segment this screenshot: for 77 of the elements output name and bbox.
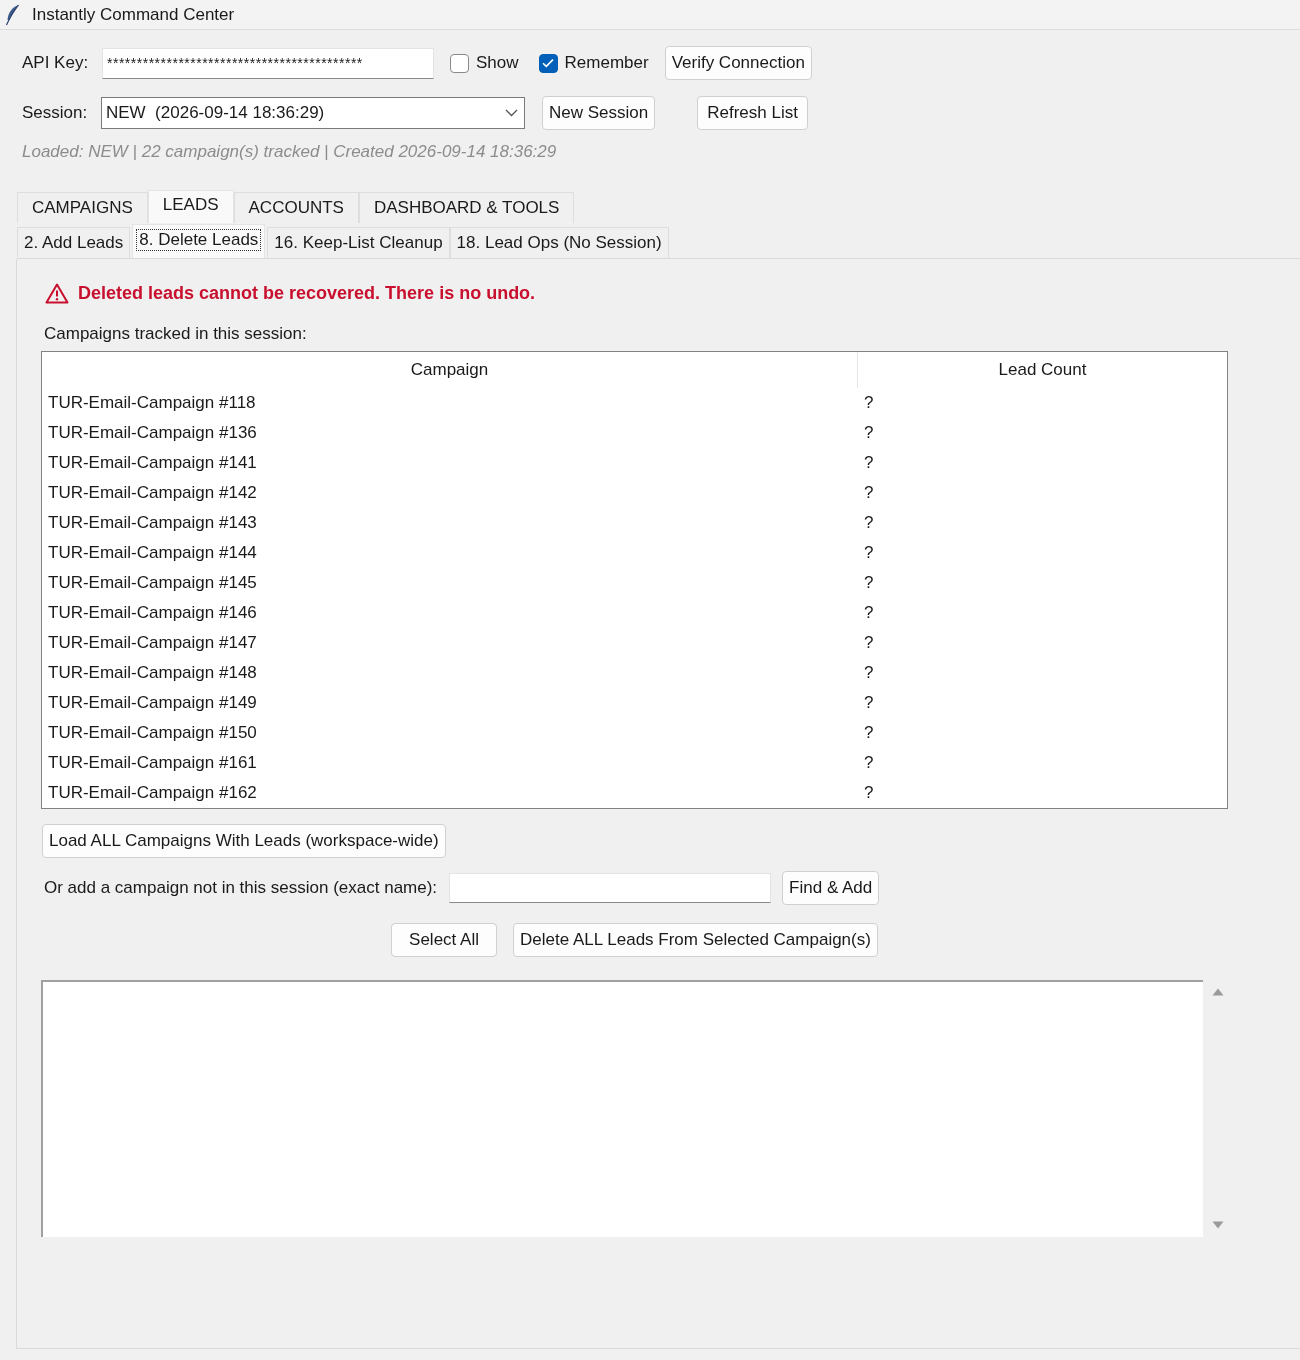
lead-count-cell-text: ?	[863, 392, 874, 415]
api-key-field[interactable]: *******************************************	[102, 47, 434, 79]
campaign-cell-text: TUR-Email-Campaign #141	[47, 452, 258, 475]
session-label: Session:	[22, 101, 89, 124]
tab[interactable]: ACCOUNTS	[233, 192, 359, 223]
refresh-list-button[interactable]: Refresh List	[697, 95, 808, 130]
sub-tab[interactable]: 8. Delete Leads	[132, 224, 266, 258]
campaign-cell-text: TUR-Email-Campaign #146	[47, 602, 258, 625]
warning-text: Deleted leads cannot be recovered. There is no undo.	[78, 281, 536, 305]
table-row[interactable]: TUR-Email-Campaign #162 ?	[42, 778, 1227, 808]
sub-tab[interactable]: 2. Add Leads	[17, 227, 131, 258]
checkbox-label: Remember	[564, 52, 649, 75]
lead-count-cell-text: ?	[863, 632, 874, 655]
campaign-cell-text: TUR-Email-Campaign #148	[47, 662, 258, 685]
verify-connection-button[interactable]: Verify Connection	[664, 46, 812, 80]
lead-count-cell-text: ?	[863, 482, 874, 505]
table-row[interactable]: TUR-Email-Campaign #142 ?	[42, 478, 1227, 508]
load-all-campaigns-button[interactable]: Load ALL Campaigns With Leads (workspace-wide)	[42, 824, 446, 858]
feather-icon	[5, 3, 20, 26]
campaign-name-field[interactable]	[449, 873, 772, 903]
table-row[interactable]: TUR-Email-Campaign #150 ?	[42, 718, 1227, 748]
table-caption: Campaigns tracked in this session:	[44, 323, 307, 346]
campaign-cell-text: TUR-Email-Campaign #161	[47, 752, 258, 775]
campaign-cell-text: TUR-Email-Campaign #145	[47, 572, 258, 595]
campaign-cell-text: TUR-Email-Campaign #162	[47, 782, 258, 805]
chevron-down-icon	[505, 108, 518, 117]
campaign-cell-text: TUR-Email-Campaign #144	[47, 542, 258, 565]
checkbox-label: Show	[476, 52, 519, 75]
table-row[interactable]: TUR-Email-Campaign #145 ?	[42, 568, 1227, 598]
lead-count-cell-text: ?	[863, 722, 874, 745]
delete-leads-button[interactable]: Delete ALL Leads From Selected Campaign(s)	[513, 923, 878, 957]
sub-tab[interactable]: 18. Lead Ops (No Session)	[449, 227, 669, 258]
table-row[interactable]: TUR-Email-Campaign #144 ?	[42, 538, 1227, 568]
lead-count-cell-text: ?	[863, 782, 874, 805]
checkbox[interactable]	[450, 53, 469, 73]
campaign-cell-text: TUR-Email-Campaign #118	[47, 392, 257, 415]
table-row[interactable]: TUR-Email-Campaign #141 ?	[42, 448, 1227, 478]
checkbox[interactable]	[538, 53, 558, 73]
table-row[interactable]: TUR-Email-Campaign #149 ?	[42, 688, 1227, 718]
campaign-cell-text: TUR-Email-Campaign #150	[47, 722, 258, 745]
lead-count-cell-text: ?	[863, 662, 874, 685]
campaign-cell-text: TUR-Email-Campaign #149	[47, 692, 258, 715]
campaign-cell-text: TUR-Email-Campaign #136	[47, 422, 258, 445]
checkmark-icon	[542, 58, 555, 68]
table-row[interactable]: TUR-Email-Campaign #136 ?	[42, 418, 1227, 448]
scroll-down-icon[interactable]	[1211, 1221, 1224, 1229]
tab[interactable]: LEADS	[147, 190, 234, 223]
session-status-text: Loaded: NEW | 22 campaign(s) tracked | Created 2026-09-14 18:36:29	[22, 141, 557, 164]
session-dropdown[interactable]: NEW (2026-09-14 18:36:29)	[101, 96, 525, 129]
lead-count-cell-text: ?	[863, 422, 874, 445]
table-row[interactable]: TUR-Email-Campaign #143 ?	[42, 508, 1227, 538]
find-and-add-button[interactable]: Find & Add	[782, 871, 880, 905]
lead-count-cell-text: ?	[863, 452, 874, 475]
table-row[interactable]: TUR-Email-Campaign #118 ?	[42, 388, 1227, 418]
lead-count-cell-text: ?	[863, 602, 874, 625]
sub-tab[interactable]: 16. Keep-List Cleanup	[267, 227, 450, 258]
warning-icon	[45, 282, 69, 304]
add-campaign-label: Or add a campaign not in this session (exact name):	[44, 877, 438, 900]
window-title: Instantly Command Center	[32, 3, 235, 26]
table-row[interactable]: TUR-Email-Campaign #146 ?	[42, 598, 1227, 628]
tab[interactable]: DASHBOARD & TOOLS	[358, 192, 575, 223]
campaign-cell-text: TUR-Email-Campaign #147	[47, 632, 258, 655]
campaign-cell-text: TUR-Email-Campaign #142	[47, 482, 258, 505]
new-session-button[interactable]: New Session	[542, 95, 656, 130]
api-key-label: API Key:	[22, 52, 90, 75]
lead-count-cell-text: ?	[863, 572, 874, 595]
tab[interactable]: CAMPAIGNS	[17, 192, 148, 223]
campaign-cell-text: TUR-Email-Campaign #143	[47, 512, 258, 535]
select-all-button[interactable]: Select All	[391, 923, 497, 957]
table-row[interactable]: TUR-Email-Campaign #147 ?	[42, 628, 1227, 658]
lead-count-cell-text: ?	[863, 512, 874, 535]
lead-count-cell-text: ?	[863, 542, 874, 565]
scroll-up-icon[interactable]	[1211, 988, 1224, 996]
lead-count-cell-text: ?	[863, 692, 874, 715]
table-row[interactable]: TUR-Email-Campaign #161 ?	[42, 748, 1227, 778]
lead-count-cell-text: ?	[863, 752, 874, 775]
table-row[interactable]: TUR-Email-Campaign #148 ?	[42, 658, 1227, 688]
